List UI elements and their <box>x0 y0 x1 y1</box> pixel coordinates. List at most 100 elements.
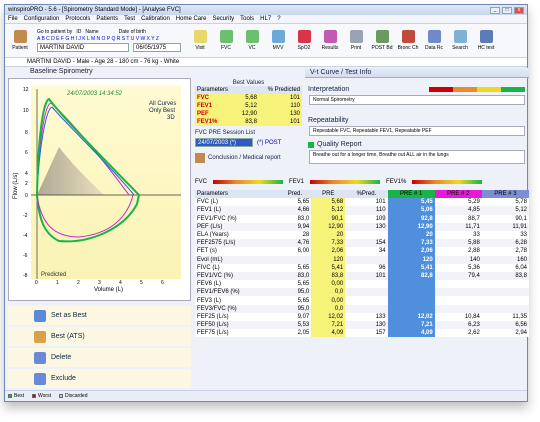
table-cell: 79,4 <box>434 271 482 281</box>
vc-label: VC <box>248 45 256 51</box>
table-cell: FEF25 (L/s) <box>195 312 279 321</box>
col-pre2[interactable]: PRE # 2 <box>434 190 482 199</box>
table-cell: 130 <box>345 222 388 231</box>
menu-test[interactable]: Test <box>124 16 135 22</box>
fvc-button[interactable]: FVC <box>213 30 239 51</box>
table-cell: 95,0 <box>278 304 312 313</box>
visit-button[interactable]: Visit <box>187 30 213 51</box>
visit-icon <box>193 30 207 43</box>
discarded-swatch <box>58 394 63 398</box>
table-cell: 5,45 <box>387 198 435 207</box>
table-cell <box>345 296 388 305</box>
table-cell: 110 <box>345 206 388 215</box>
alphabet-index[interactable]: A B C D E F G H I J K L M N O P Q R S T … <box>37 36 159 42</box>
bv-value: 12,90 <box>241 111 257 117</box>
table-cell: 95,0 <box>278 288 312 297</box>
menu-home-care[interactable]: Home Care <box>176 16 207 22</box>
best-ats-button[interactable]: Best (ATS) <box>8 327 191 346</box>
table-cell: 12,02 <box>311 312 346 321</box>
y-tick: 4 <box>25 171 28 177</box>
dob-field[interactable]: 06/05/1975 <box>133 43 181 52</box>
table-cell: 83,0 <box>278 271 312 281</box>
table-cell: 0,00 <box>311 296 346 305</box>
table-cell: 83,8 <box>481 271 529 281</box>
set-as-best-button[interactable]: Set as Best <box>8 306 191 325</box>
col-pre3[interactable]: PRE # 3 <box>481 190 529 199</box>
results-button[interactable]: Results <box>317 30 343 51</box>
table-cell: 12,02 <box>387 312 435 321</box>
visit-label: Visit <box>195 45 205 51</box>
table-cell: 4,76 <box>278 239 312 248</box>
3d-option[interactable]: 3D <box>167 115 175 121</box>
table-cell: 7,21 <box>311 321 346 330</box>
repeatability-text: Repeatable FVC, Repeatable FEV1, Repeata… <box>309 126 525 136</box>
table-cell: 83,0 <box>278 214 312 223</box>
title-bar: winspiroPRO - 5.6 - [Spirometry Standard… <box>5 5 527 15</box>
menu-calibration[interactable]: Calibration <box>141 16 170 22</box>
bronc-ch-button[interactable]: Bronc Ch <box>395 30 421 51</box>
x-ticks: 0 1 2 3 4 5 6 <box>35 280 164 286</box>
table-cell: 11,91 <box>481 222 529 231</box>
table-cell: 160 <box>481 255 529 264</box>
table-cell: 5,68 <box>311 198 346 207</box>
table-row: FEF75 (L/s) 2,05 4,09 157 4,09 2,62 2,94 <box>195 329 529 338</box>
table-cell: 33 <box>481 230 529 240</box>
flow-volume-svg: Flow (L/s) Volume (L) 24/07/2003 14:34:5… <box>13 85 181 293</box>
x-axis-label: Volume (L) <box>94 287 123 293</box>
only-best-option[interactable]: Only Best <box>149 108 175 114</box>
menu-security[interactable]: Security <box>212 16 234 22</box>
vc-button[interactable]: VC <box>239 30 265 51</box>
patient-button[interactable]: Patient <box>7 30 33 51</box>
table-row: PEF (L/s) 9,94 12,90 130 12,90 11,71 11,91 <box>195 222 529 231</box>
table-cell: 2,06 <box>311 247 346 256</box>
spo2-button[interactable]: SpO2 <box>291 30 317 51</box>
table-cell: FEV3 (L) <box>195 296 279 305</box>
hc-test-button[interactable]: HC test <box>473 30 499 51</box>
table-row: FEV6 (L) 5,65 0,00 <box>195 280 529 289</box>
table-cell: 9,07 <box>278 312 312 321</box>
data-rc-label: Data Rc <box>424 45 444 51</box>
y-tick: 6 <box>25 150 28 156</box>
y-tick: -8 <box>23 273 28 279</box>
search-button[interactable]: Search <box>447 30 473 51</box>
post-bd-button[interactable]: POST Bd <box>369 30 395 51</box>
menu-file[interactable]: File <box>8 16 18 22</box>
quality-title: Quality Report <box>317 141 362 148</box>
table-cell: 157 <box>345 329 388 338</box>
menu-tools[interactable]: Tools <box>240 16 254 22</box>
close-button[interactable]: x <box>514 6 524 14</box>
delete-button[interactable]: Delete <box>8 348 191 367</box>
toolbar: Patient Go to patient by ID Name Date of bi… <box>5 24 527 58</box>
name-option[interactable]: Name <box>85 29 98 35</box>
exclude-button[interactable]: Exclude <box>8 369 191 388</box>
maximize-button[interactable]: □ <box>502 6 512 14</box>
table-cell: 7,33 <box>311 239 346 248</box>
menu-help[interactable]: ? <box>277 16 280 22</box>
interpretation-scale <box>429 87 525 92</box>
patient-name-field[interactable]: MARTINI DAVID <box>37 43 129 52</box>
all-curves-option[interactable]: All Curves <box>149 101 176 107</box>
menu-configuration[interactable]: Configuration <box>24 16 60 22</box>
conclusion-button[interactable]: Conclusion / Medical report <box>195 153 302 163</box>
scale-orange <box>453 87 477 92</box>
y-tick: 12 <box>23 87 29 93</box>
mvv-button[interactable]: MVV <box>265 30 291 51</box>
id-option[interactable]: ID <box>76 29 81 35</box>
menu-hl7[interactable]: HL7 <box>260 16 271 22</box>
flow-volume-graph: Flow (L/s) Volume (L) 24/07/2003 14:34:5… <box>8 78 191 301</box>
col-pre1[interactable]: PRE # 1 <box>387 190 435 199</box>
bv-value: 5,68 <box>245 95 257 101</box>
menu-protocols[interactable]: Protocols <box>65 16 90 22</box>
table-cell: 6,56 <box>481 321 529 330</box>
data-rc-button[interactable]: Data Rc <box>421 30 447 51</box>
bv-header: Parameters <box>197 87 229 93</box>
session-select[interactable]: 24/07/2003 (*) <box>195 138 253 147</box>
print-button[interactable]: Print <box>343 30 369 51</box>
table-cell: 5,78 <box>481 198 529 207</box>
table-cell: 96 <box>345 263 388 272</box>
minimize-button[interactable]: _ <box>490 6 500 14</box>
menu-patients[interactable]: Patients <box>96 16 118 22</box>
exclude-icon <box>34 372 46 385</box>
data-rc-icon <box>427 30 441 43</box>
table-cell: 5,12 <box>311 206 346 215</box>
